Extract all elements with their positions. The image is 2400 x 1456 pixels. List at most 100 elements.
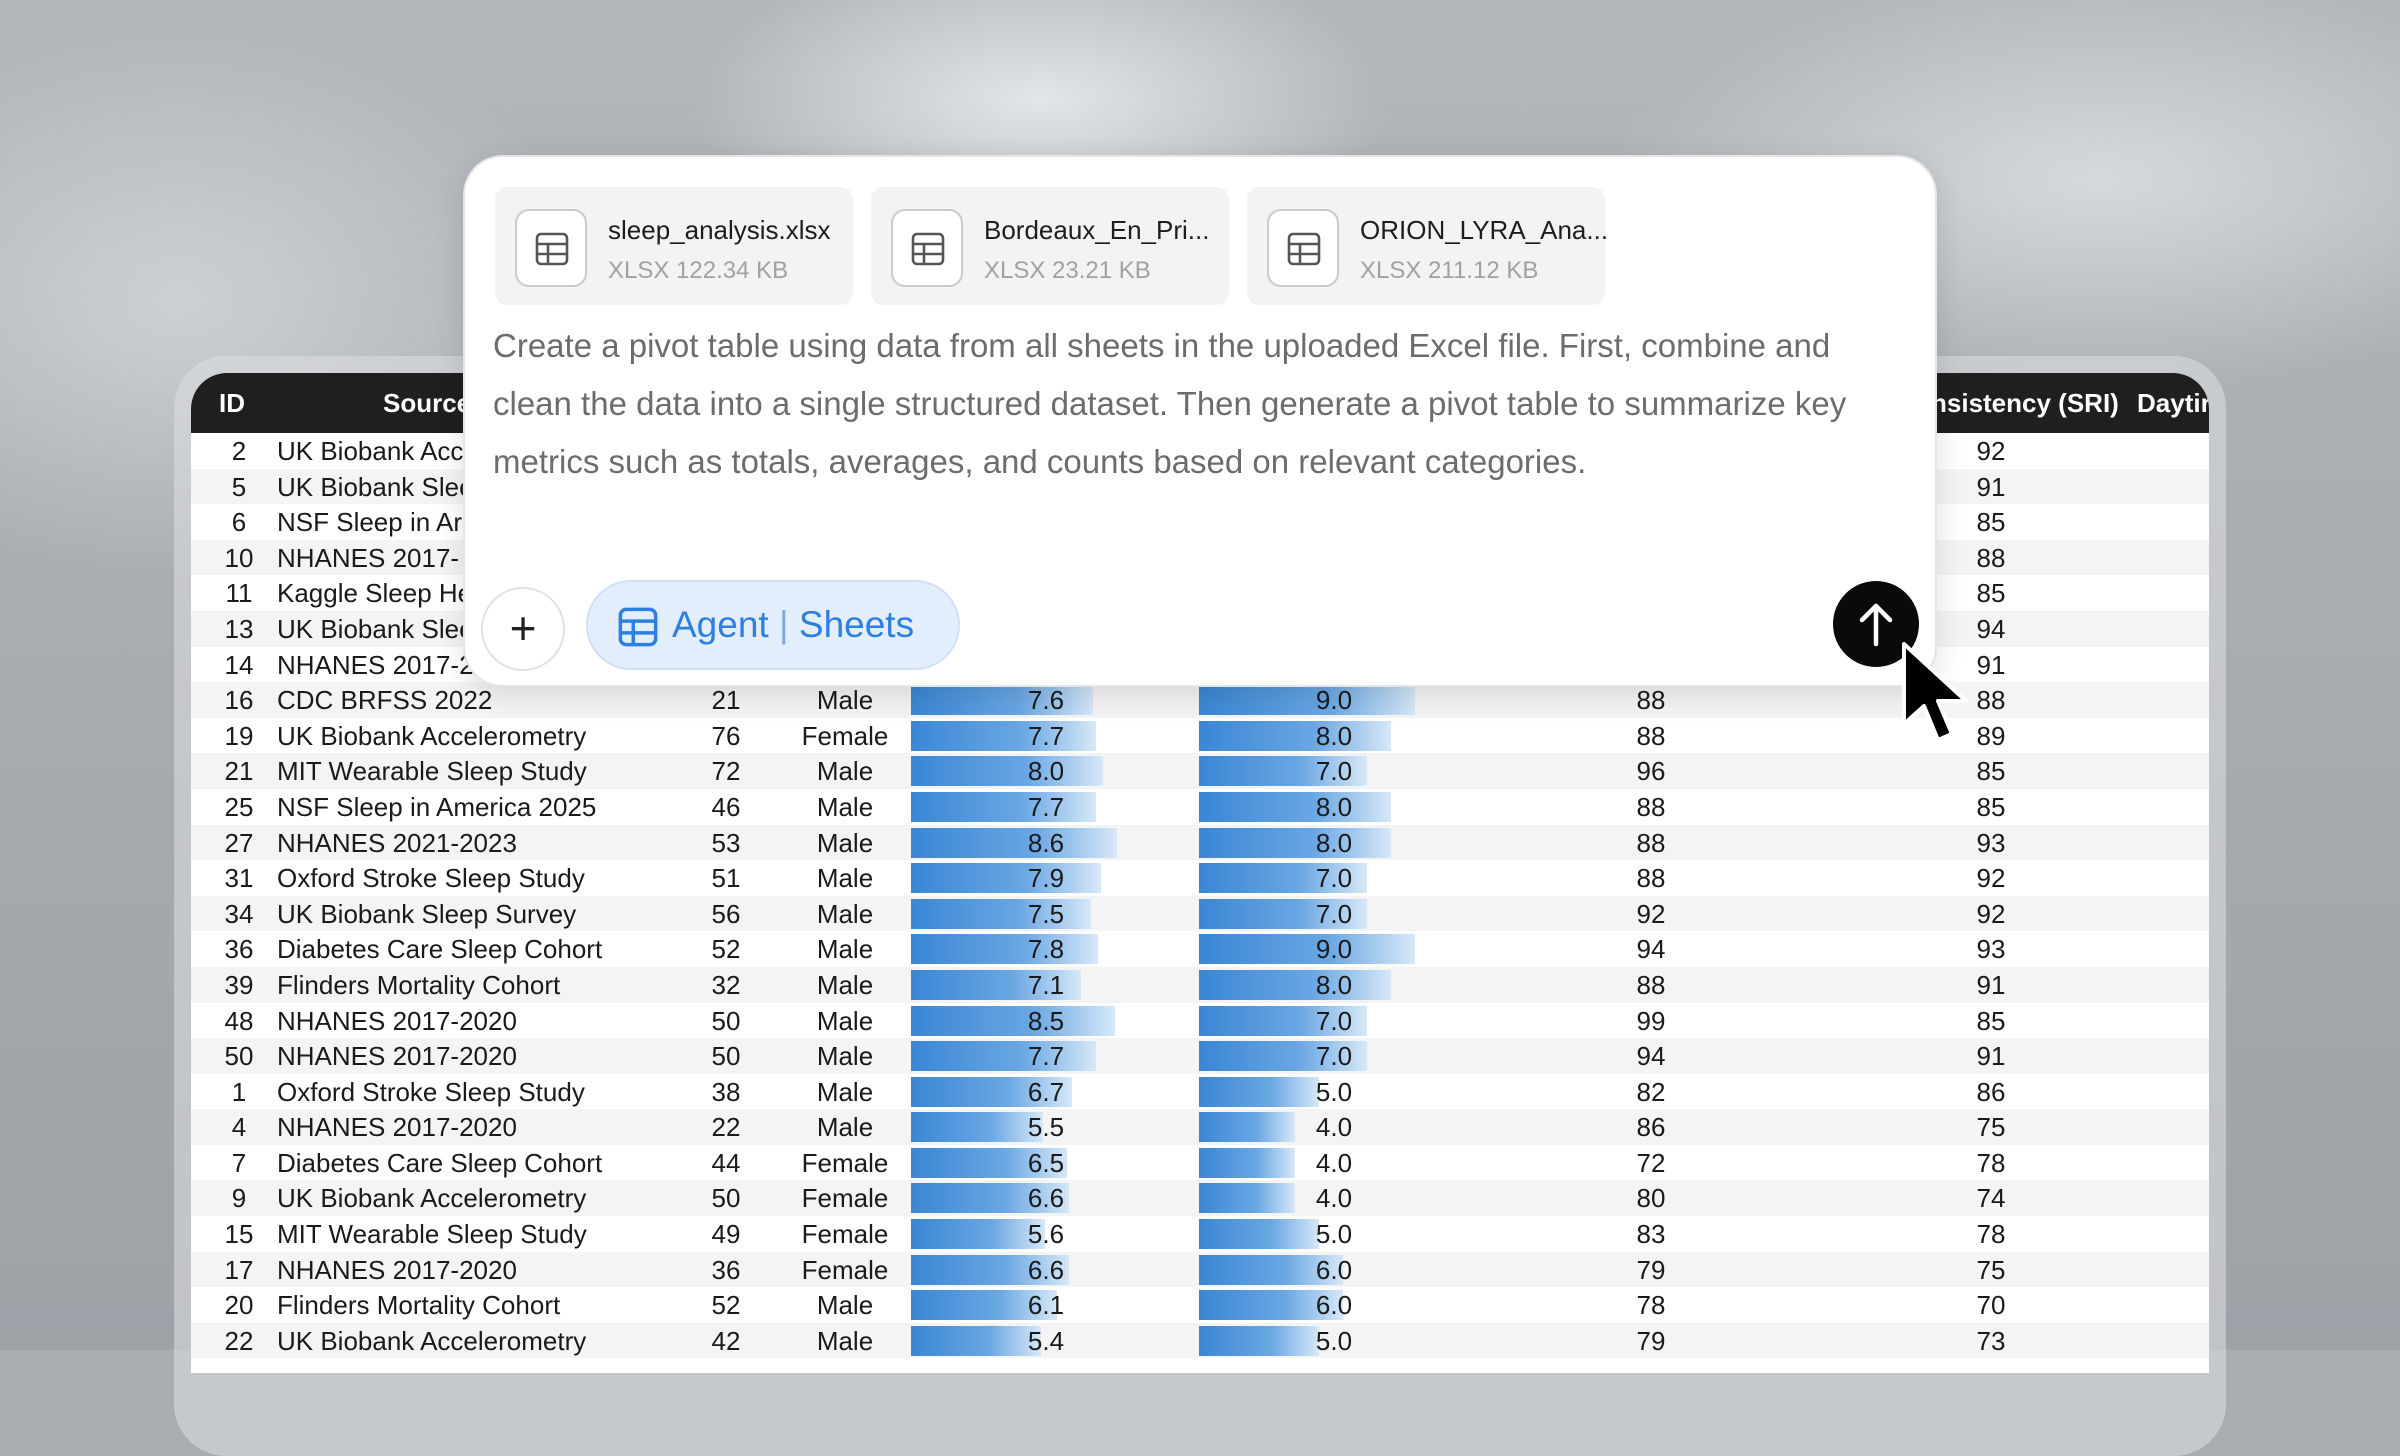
cell-sex[interactable]: Male	[785, 860, 905, 896]
cell-metric[interactable]: 88	[1611, 967, 1691, 1003]
cell-metric[interactable]: 92	[1611, 896, 1691, 932]
cell-sri[interactable]: 88	[1951, 540, 2031, 576]
cell-age[interactable]: 32	[691, 967, 761, 1003]
cell-metric[interactable]: 96	[1611, 753, 1691, 789]
add-attachment-button[interactable]: +	[481, 587, 565, 671]
cell-id[interactable]: 7	[209, 1145, 269, 1181]
cell-age[interactable]: 53	[691, 825, 761, 861]
cell-metric[interactable]: 88	[1611, 789, 1691, 825]
cell-sri[interactable]: 92	[1951, 433, 2031, 469]
cell-id[interactable]: 19	[209, 718, 269, 754]
table-row[interactable]: 39 Flinders Mortality Cohort 32 Male 7.1 8.0 8…	[191, 966, 2209, 1003]
cell-source[interactable]: Oxford Stroke Sleep Study	[277, 1074, 707, 1110]
cell-age[interactable]: 51	[691, 860, 761, 896]
cell-databar[interactable]: 7.0	[1199, 1041, 1469, 1072]
cell-sri[interactable]: 73	[1951, 1323, 2031, 1359]
cell-metric[interactable]: 80	[1611, 1180, 1691, 1216]
table-row[interactable]: 36 Diabetes Care Sleep Cohort 52 Male 7.8 9.0…	[191, 931, 2209, 967]
cell-id[interactable]: 17	[209, 1252, 269, 1288]
cell-metric[interactable]: 88	[1611, 682, 1691, 718]
cell-source[interactable]: Oxford Stroke Sleep Study	[277, 860, 707, 896]
cell-id[interactable]: 11	[209, 575, 269, 611]
cell-databar[interactable]: 9.0	[1199, 685, 1469, 716]
cell-source[interactable]: MIT Wearable Sleep Study	[277, 1216, 707, 1252]
cell-source[interactable]: NSF Sleep in America 2025	[277, 789, 707, 825]
cell-databar[interactable]: 8.0	[1199, 827, 1469, 858]
cell-sri[interactable]: 78	[1951, 1145, 2031, 1181]
cell-metric[interactable]: 82	[1611, 1074, 1691, 1110]
cell-databar[interactable]: 5.6	[911, 1219, 1181, 1250]
cell-metric[interactable]: 99	[1611, 1003, 1691, 1039]
cell-sex[interactable]: Female	[785, 1180, 905, 1216]
table-row[interactable]: 9 UK Biobank Accelerometry 50 Female 6.6 4.0 8…	[191, 1180, 2209, 1217]
cell-databar[interactable]: 6.1	[911, 1290, 1181, 1321]
cell-sri[interactable]: 75	[1951, 1252, 2031, 1288]
cell-sri[interactable]: 85	[1951, 1003, 2031, 1039]
cell-databar[interactable]: 5.0	[1199, 1325, 1469, 1356]
cell-sex[interactable]: Male	[785, 1038, 905, 1074]
cell-databar[interactable]: 8.0	[911, 756, 1181, 787]
cell-sri[interactable]: 92	[1951, 896, 2031, 932]
cell-metric[interactable]: 94	[1611, 1038, 1691, 1074]
cell-id[interactable]: 27	[209, 825, 269, 861]
cell-databar[interactable]: 8.0	[1199, 720, 1469, 751]
table-row[interactable]: 22 UK Biobank Accelerometry 42 Male 5.4 5.0 79…	[191, 1322, 2209, 1359]
cell-age[interactable]: 76	[691, 718, 761, 754]
cell-id[interactable]: 34	[209, 896, 269, 932]
cell-id[interactable]: 22	[209, 1323, 269, 1359]
cell-id[interactable]: 16	[209, 682, 269, 718]
cell-databar[interactable]: 8.5	[911, 1005, 1181, 1036]
cell-metric[interactable]: 83	[1611, 1216, 1691, 1252]
cell-age[interactable]: 46	[691, 789, 761, 825]
cell-sex[interactable]: Male	[785, 825, 905, 861]
cell-source[interactable]: Flinders Mortality Cohort	[277, 967, 707, 1003]
cell-id[interactable]: 10	[209, 540, 269, 576]
cell-sri[interactable]: 91	[1951, 967, 2031, 1003]
cell-databar[interactable]: 7.6	[911, 685, 1181, 716]
cell-id[interactable]: 36	[209, 931, 269, 967]
cell-databar[interactable]: 5.4	[911, 1325, 1181, 1356]
cell-source[interactable]: NHANES 2017-2020	[277, 1038, 707, 1074]
cell-sex[interactable]: Male	[785, 682, 905, 718]
cell-databar[interactable]: 9.0	[1199, 934, 1469, 965]
cell-databar[interactable]: 6.5	[911, 1147, 1181, 1178]
cell-id[interactable]: 20	[209, 1287, 269, 1323]
table-row[interactable]: 20 Flinders Mortality Cohort 52 Male 6.1 6.0 7…	[191, 1287, 2209, 1323]
cell-databar[interactable]: 8.6	[911, 827, 1181, 858]
cell-age[interactable]: 50	[691, 1180, 761, 1216]
cell-sri[interactable]: 78	[1951, 1216, 2031, 1252]
cell-source[interactable]: UK Biobank Accelerometry	[277, 718, 707, 754]
cell-source[interactable]: NHANES 2017-2020	[277, 1003, 707, 1039]
cell-source[interactable]: NHANES 2017-2020	[277, 1109, 707, 1145]
cell-age[interactable]: 72	[691, 753, 761, 789]
cell-id[interactable]: 2	[209, 433, 269, 469]
table-row[interactable]: 15 MIT Wearable Sleep Study 49 Female 5.6 5.0…	[191, 1216, 2209, 1252]
cell-id[interactable]: 21	[209, 753, 269, 789]
cell-source[interactable]: Diabetes Care Sleep Cohort	[277, 1145, 707, 1181]
cell-databar[interactable]: 7.5	[911, 898, 1181, 929]
cell-metric[interactable]: 94	[1611, 931, 1691, 967]
cell-databar[interactable]: 5.5	[911, 1112, 1181, 1143]
cell-sri[interactable]: 85	[1951, 575, 2031, 611]
cell-databar[interactable]: 4.0	[1199, 1112, 1469, 1143]
cell-age[interactable]: 49	[691, 1216, 761, 1252]
cell-metric[interactable]: 79	[1611, 1252, 1691, 1288]
file-attachment[interactable]: sleep_analysis.xlsx XLSX 122.34 KB	[495, 187, 853, 305]
cell-databar[interactable]: 7.0	[1199, 756, 1469, 787]
cell-age[interactable]: 22	[691, 1109, 761, 1145]
cell-sri[interactable]: 75	[1951, 1109, 2031, 1145]
table-row[interactable]: 17 NHANES 2017-2020 36 Female 6.6 6.0 79 75	[191, 1251, 2209, 1288]
cell-age[interactable]: 38	[691, 1074, 761, 1110]
cell-sri[interactable]: 70	[1951, 1287, 2031, 1323]
cell-sex[interactable]: Male	[785, 1074, 905, 1110]
cell-sex[interactable]: Male	[785, 1003, 905, 1039]
table-row[interactable]: 21 MIT Wearable Sleep Study 72 Male 8.0 7.0 96…	[191, 753, 2209, 789]
cell-age[interactable]: 44	[691, 1145, 761, 1181]
cell-id[interactable]: 39	[209, 967, 269, 1003]
cell-sex[interactable]: Male	[785, 967, 905, 1003]
cell-metric[interactable]: 88	[1611, 860, 1691, 896]
cell-id[interactable]: 6	[209, 504, 269, 540]
cell-databar[interactable]: 5.0	[1199, 1076, 1469, 1107]
cell-databar[interactable]: 6.0	[1199, 1290, 1469, 1321]
cell-sex[interactable]: Female	[785, 1252, 905, 1288]
